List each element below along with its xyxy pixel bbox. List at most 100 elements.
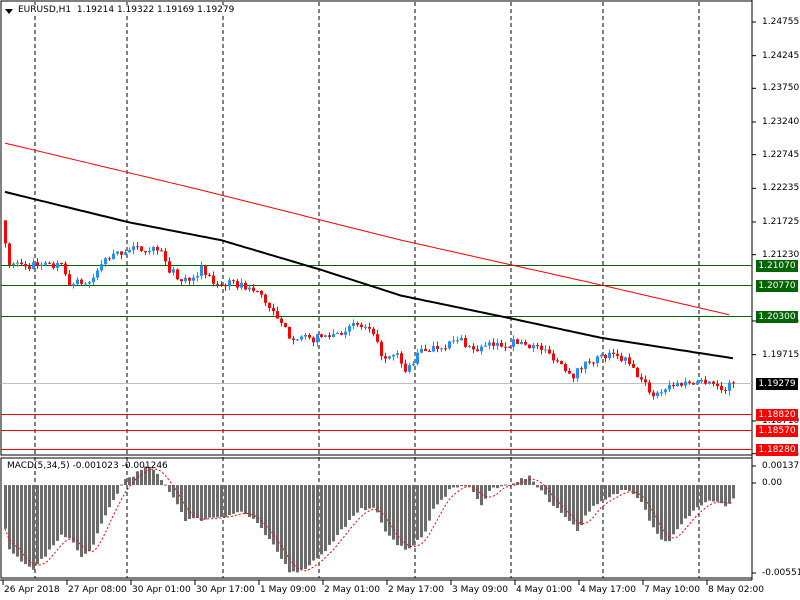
bear-candle	[52, 263, 55, 268]
macd-histogram-bar	[4, 485, 7, 529]
price-chart[interactable]	[0, 0, 800, 600]
bear-candle	[636, 367, 639, 378]
open-value: 1.19214	[76, 5, 115, 15]
bear-candle	[592, 362, 595, 364]
bull-candle	[676, 382, 679, 387]
bull-candle	[84, 283, 87, 285]
bear-candle	[280, 318, 283, 323]
macd-histogram-bar	[420, 485, 423, 538]
macd-histogram-bar	[200, 485, 203, 521]
macd-histogram-bar	[44, 485, 47, 557]
bear-candle	[224, 284, 227, 287]
bear-candle	[472, 346, 475, 350]
macd-histogram-bar	[72, 485, 75, 543]
bear-candle	[552, 353, 555, 361]
time-axis-label: 4 May 01:00	[516, 585, 572, 595]
bull-candle	[496, 342, 499, 346]
macd-histogram-bar	[364, 485, 367, 511]
bear-candle	[640, 377, 643, 380]
macd-histogram-bar	[64, 485, 67, 538]
bear-candle	[4, 220, 7, 244]
macd-histogram-bar	[580, 485, 583, 526]
macd-histogram-bar	[668, 485, 671, 542]
main-window-border	[0, 0, 753, 456]
macd-histogram-bar	[312, 485, 315, 561]
bear-candle	[252, 287, 255, 291]
macd-histogram-bar	[204, 485, 207, 520]
macd-histogram-bar	[48, 485, 51, 550]
bear-candle	[212, 275, 215, 284]
macd-histogram-bar	[116, 485, 119, 494]
bull-candle	[96, 270, 99, 278]
macd-name: MACD(5,34,5)	[7, 461, 70, 471]
resistance-level-badge: 1.20300	[756, 310, 798, 323]
macd-histogram-bar	[36, 485, 39, 565]
bear-candle	[160, 250, 163, 252]
bull-candle	[332, 333, 335, 337]
bull-candle	[300, 336, 303, 340]
bull-candle	[44, 262, 47, 265]
macd-axis-label: -0.005517	[762, 568, 800, 578]
bear-candle	[548, 349, 551, 354]
bear-candle	[516, 339, 519, 345]
macd-histogram-bar	[124, 479, 127, 486]
bear-candle	[508, 346, 511, 348]
price-axis-label: 1.22745	[762, 149, 800, 160]
macd-histogram-bar	[504, 484, 507, 486]
bear-candle	[732, 382, 735, 384]
macd-histogram-bar	[356, 485, 359, 513]
bull-candle	[112, 253, 115, 260]
bear-candle	[724, 390, 727, 392]
bull-candle	[304, 334, 307, 337]
bear-candle	[292, 338, 295, 340]
bear-candle	[232, 280, 235, 282]
bear-candle	[28, 266, 31, 270]
bear-candle	[492, 342, 495, 346]
bull-candle	[596, 356, 599, 364]
macd-histogram-bar	[220, 485, 223, 517]
macd-histogram-bar	[612, 485, 615, 495]
time-axis-label: 27 Apr 08:00	[68, 585, 127, 595]
bull-candle	[656, 392, 659, 397]
macd-histogram-bar	[260, 485, 263, 529]
macd-histogram-bar	[304, 485, 307, 569]
bull-candle	[432, 346, 435, 352]
bear-candle	[524, 342, 527, 345]
bull-candle	[668, 384, 671, 390]
macd-histogram-bar	[68, 485, 71, 539]
macd-histogram-bar	[384, 485, 387, 532]
macd-histogram-bar	[680, 485, 683, 525]
bull-candle	[700, 379, 703, 382]
macd-histogram-bar	[552, 485, 555, 506]
macd-histogram-bar	[128, 477, 131, 486]
macd-histogram-bar	[524, 479, 527, 486]
bear-candle	[444, 348, 447, 350]
bear-candle	[36, 262, 39, 266]
bear-candle	[156, 247, 159, 251]
macd-histogram-bar	[732, 485, 735, 499]
bear-candle	[428, 350, 431, 352]
price-axis-label: 1.23240	[762, 116, 800, 127]
bear-candle	[236, 281, 239, 288]
macd-histogram-bar	[584, 485, 587, 516]
bear-candle	[712, 381, 715, 384]
macd-histogram-bar	[380, 485, 383, 523]
bear-candle	[680, 382, 683, 386]
bull-candle	[544, 349, 547, 351]
bull-candle	[452, 340, 455, 342]
macd-histogram-bar	[600, 485, 603, 502]
macd-histogram-bar	[568, 485, 571, 521]
macd-histogram-bar	[536, 485, 539, 488]
bull-candle	[172, 269, 175, 273]
low-value: 1.19169	[157, 5, 195, 15]
bear-candle	[612, 352, 615, 354]
time-axis-label: 3 May 09:00	[452, 585, 508, 595]
macd-histogram-bar	[592, 485, 595, 506]
bull-candle	[152, 247, 155, 251]
bull-candle	[228, 280, 231, 287]
macd-histogram-bar	[32, 485, 35, 570]
macd-histogram-bar	[264, 485, 267, 536]
bull-candle	[420, 348, 423, 353]
bear-candle	[436, 346, 439, 349]
macd-histogram-bar	[464, 485, 467, 487]
